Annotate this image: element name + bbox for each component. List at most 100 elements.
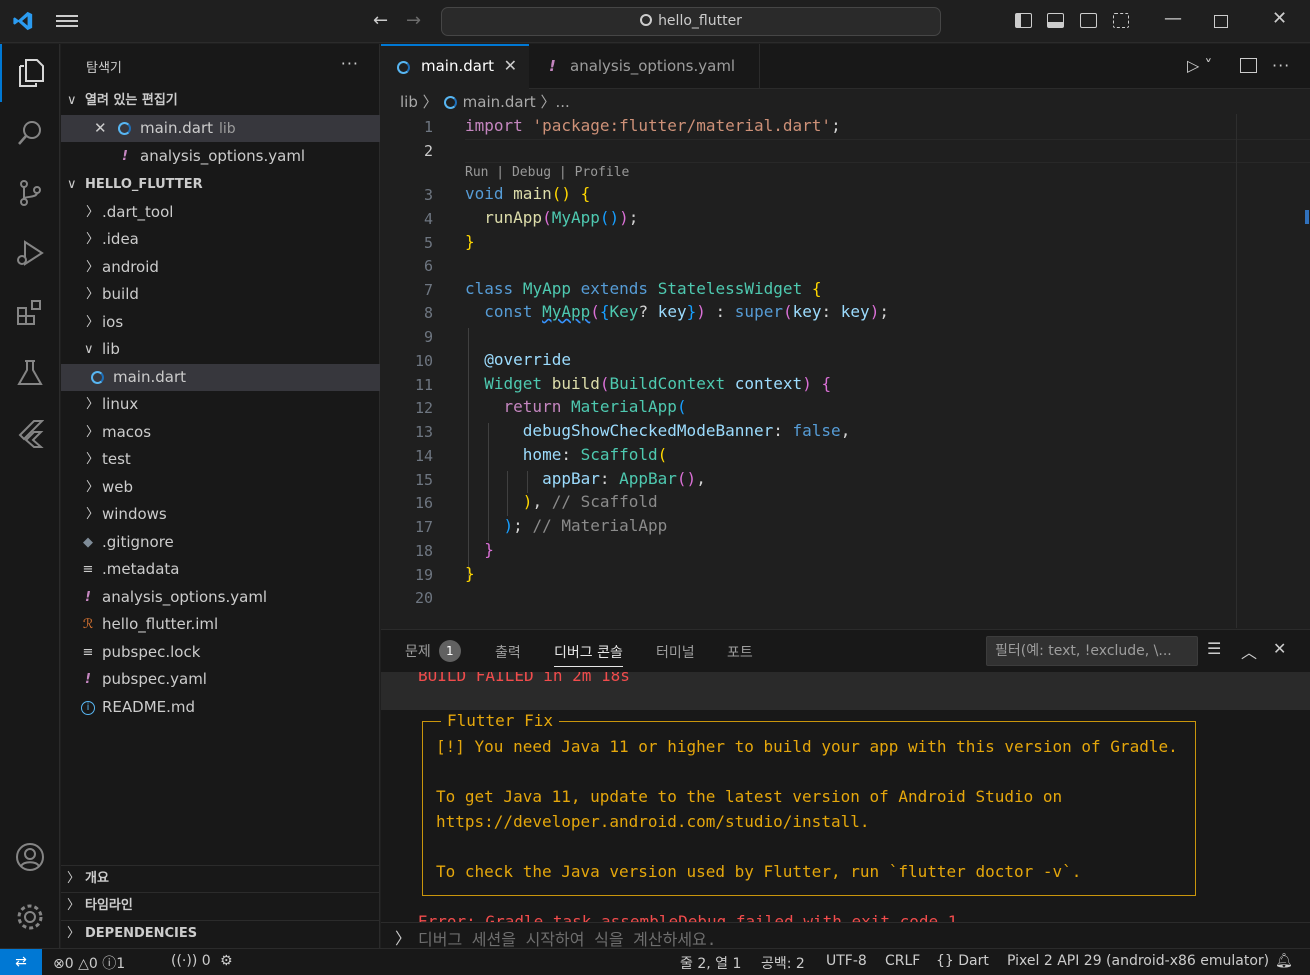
testing-flask-icon[interactable] xyxy=(0,344,60,402)
chevron-right-icon: 〉 xyxy=(67,898,81,913)
project-header[interactable]: ∨ HELLO_FLUTTER xyxy=(61,173,380,197)
tree-folder[interactable]: ∨ lib xyxy=(61,336,380,363)
debug-console-input[interactable]: 〉 디버그 세션을 시작하여 식을 계산하세요. xyxy=(381,922,1310,949)
tree-file[interactable]: main.dart xyxy=(61,364,380,391)
dart-file-icon xyxy=(118,122,131,135)
dependencies-header[interactable]: 〉 DEPENDENCIES xyxy=(61,922,380,946)
braces-icon: {} xyxy=(936,953,954,969)
remote-indicator-icon[interactable]: ⇄ xyxy=(0,949,42,975)
tree-folder[interactable]: 〉 linux xyxy=(61,391,380,418)
close-icon[interactable]: ✕ xyxy=(94,115,107,142)
encoding-status[interactable]: UTF-8 xyxy=(826,953,867,969)
outline-header[interactable]: 〉 개요 xyxy=(61,867,380,891)
tab-terminal[interactable]: 터미널 xyxy=(656,642,695,662)
search-icon xyxy=(640,14,653,26)
close-window-icon[interactable]: ✕ xyxy=(1272,8,1287,29)
notifications-bell-icon[interactable]: 🔔︎ xyxy=(1275,953,1293,969)
code-editor[interactable]: 1 2 3 4 5 6 7 8 9 10 11 12 13 14 15 16 1… xyxy=(381,114,1310,628)
toggle-primary-sidebar-icon[interactable] xyxy=(1015,13,1032,28)
customize-layout-icon[interactable] xyxy=(1113,13,1129,28)
chevron-right-icon: 〉 xyxy=(86,315,100,330)
split-editor-icon[interactable] xyxy=(1240,58,1257,73)
maximize-icon[interactable] xyxy=(1214,15,1228,28)
extensions-icon[interactable] xyxy=(0,284,60,342)
breadcrumb-symbol[interactable]: ... xyxy=(555,93,569,111)
tab-problems[interactable]: 문제 1 xyxy=(405,640,461,663)
chevron-down-icon: ∨ xyxy=(67,93,77,108)
search-view-icon[interactable] xyxy=(0,104,60,162)
line-number: 5 xyxy=(423,234,433,252)
indentation-status[interactable]: 공백: 2 xyxy=(761,953,805,973)
source-control-icon[interactable] xyxy=(0,164,60,222)
back-arrow-icon[interactable]: ← xyxy=(373,10,388,31)
tree-file[interactable]: ! analysis_options.yaml xyxy=(61,584,380,611)
ports-status[interactable]: ((·)) 0 xyxy=(171,953,211,969)
tree-file[interactable]: ◆ .gitignore xyxy=(61,529,380,556)
settings-gear-icon[interactable] xyxy=(0,888,60,946)
tree-file[interactable]: ≡ pubspec.lock xyxy=(61,639,380,666)
cursor-position[interactable]: 줄 2, 열 1 xyxy=(680,953,741,973)
language-mode[interactable]: {} Dart xyxy=(936,953,989,969)
code-line: appBar: AppBar(), xyxy=(542,469,706,488)
tree-file[interactable]: ≡ .metadata xyxy=(61,556,380,583)
console-link[interactable]: https://developer.android.com/studio/ins… xyxy=(436,812,869,831)
line-number: 10 xyxy=(414,352,433,370)
forward-arrow-icon[interactable]: → xyxy=(406,10,421,31)
open-editors-header[interactable]: ∨ 열려 있는 편집기 xyxy=(61,89,380,113)
run-debug-dropdown-icon[interactable]: ▷ ˅ xyxy=(1187,56,1212,75)
menu-icon[interactable] xyxy=(56,12,78,30)
more-actions-icon[interactable]: ··· xyxy=(341,54,359,73)
tab-debug-console[interactable]: 디버그 콘솔 xyxy=(554,642,623,667)
chevron-right-icon: 〉 xyxy=(86,260,100,275)
codelens-run-debug-profile[interactable]: Run | Debug | Profile xyxy=(465,165,629,180)
tree-folder[interactable]: 〉 test xyxy=(61,446,380,473)
tree-folder[interactable]: 〉 windows xyxy=(61,501,380,528)
flutter-icon[interactable] xyxy=(0,404,60,462)
chevron-right-icon: 〉 xyxy=(86,480,100,495)
tab-ports[interactable]: 포트 xyxy=(727,642,753,662)
title-bar: ← → hello_flutter — ✕ xyxy=(0,0,1310,43)
tree-folder[interactable]: 〉 .dart_tool xyxy=(61,199,380,226)
open-editor-item[interactable]: ! analysis_options.yaml xyxy=(61,143,380,170)
tab-main-dart[interactable]: main.dart ✕ xyxy=(381,44,529,89)
breadcrumb-folder[interactable]: lib xyxy=(400,93,418,111)
toggle-secondary-sidebar-icon[interactable] xyxy=(1080,13,1097,28)
close-panel-icon[interactable]: ✕ xyxy=(1273,639,1286,658)
tree-folder[interactable]: 〉 ios xyxy=(61,309,380,336)
chevron-right-icon: 〉 xyxy=(86,232,100,247)
tree-file[interactable]: ! pubspec.yaml xyxy=(61,666,380,693)
repl-placeholder: 디버그 세션을 시작하여 식을 계산하세요. xyxy=(418,930,717,949)
tab-output[interactable]: 출력 xyxy=(495,642,521,662)
tree-folder[interactable]: 〉 web xyxy=(61,474,380,501)
explorer-icon[interactable] xyxy=(0,44,60,102)
tree-folder[interactable]: 〉 android xyxy=(61,254,380,281)
tab-analysis-options[interactable]: ! analysis_options.yaml xyxy=(529,44,760,89)
account-icon[interactable] xyxy=(0,828,60,886)
more-actions-icon[interactable]: ··· xyxy=(1272,56,1290,75)
tree-folder[interactable]: 〉 .idea xyxy=(61,226,380,253)
open-editor-item[interactable]: ✕ main.dart lib xyxy=(61,115,380,142)
device-selector[interactable]: Pixel 2 API 29 (android-x86 emulator) xyxy=(1007,953,1269,969)
word-wrap-icon[interactable]: ☰ xyxy=(1207,639,1221,658)
line-number: 14 xyxy=(414,447,433,465)
close-tab-icon[interactable]: ✕ xyxy=(504,46,517,86)
toggle-panel-icon[interactable] xyxy=(1047,13,1064,28)
tree-folder[interactable]: 〉 macos xyxy=(61,419,380,446)
tree-file[interactable]: ℛhello_flutter.iml xyxy=(61,611,380,638)
run-debug-icon[interactable] xyxy=(0,224,60,282)
maximize-panel-chevron-up-icon[interactable]: ︿ xyxy=(1241,639,1257,663)
timeline-header[interactable]: 〉 타임라인 xyxy=(61,894,380,918)
problems-status[interactable]: ⊗0 △0 ⓘ1 xyxy=(53,953,125,973)
tree-folder[interactable]: 〉 build xyxy=(61,281,380,308)
dart-file-icon xyxy=(91,371,104,384)
command-center-search[interactable]: hello_flutter xyxy=(441,7,941,36)
line-number: 3 xyxy=(423,186,433,204)
text-file-icon: ≡ xyxy=(82,562,94,577)
chevron-right-icon: 〉 xyxy=(67,871,81,886)
breadcrumb-file[interactable]: main.dart xyxy=(463,93,536,111)
debug-status-icon[interactable]: ⚙ xyxy=(220,953,233,969)
tree-file[interactable]: i README.md xyxy=(61,694,380,721)
console-filter-input[interactable]: 필터(예: text, !exclude, \... xyxy=(986,636,1198,666)
eol-status[interactable]: CRLF xyxy=(885,953,920,969)
minimize-icon[interactable]: — xyxy=(1164,8,1182,29)
